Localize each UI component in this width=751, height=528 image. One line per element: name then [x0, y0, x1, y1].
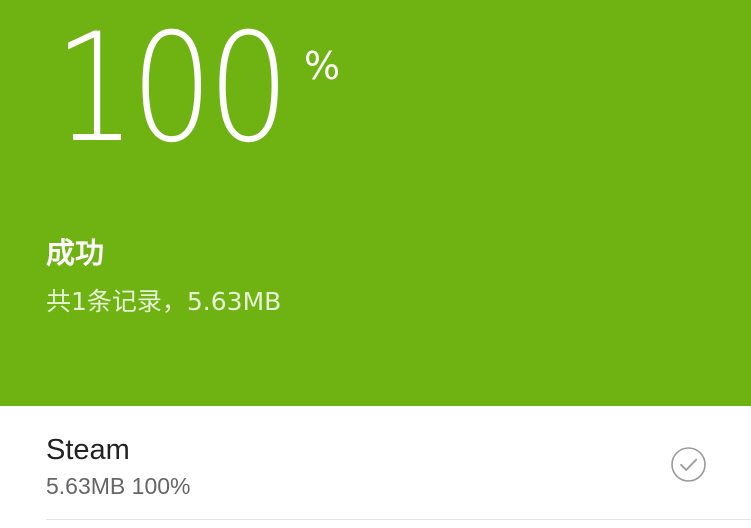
divider — [46, 519, 751, 520]
list-item[interactable]: Steam 5.63MB 100% — [0, 406, 751, 520]
transfer-result-screen: 100 % 成功 共1条记录，5.63MB Steam 5.63MB 100% — [0, 0, 751, 528]
status-summary: 共1条记录，5.63MB — [46, 287, 282, 316]
status-title: 成功 — [46, 236, 105, 270]
record-name: Steam — [46, 434, 130, 466]
record-details: 5.63MB 100% — [46, 473, 191, 499]
progress-percent-sign: % — [304, 44, 341, 88]
check-circle-icon — [671, 447, 706, 482]
status-header: 100 % 成功 共1条记录，5.63MB — [0, 0, 751, 406]
progress-percentage: 100 — [54, 2, 290, 176]
